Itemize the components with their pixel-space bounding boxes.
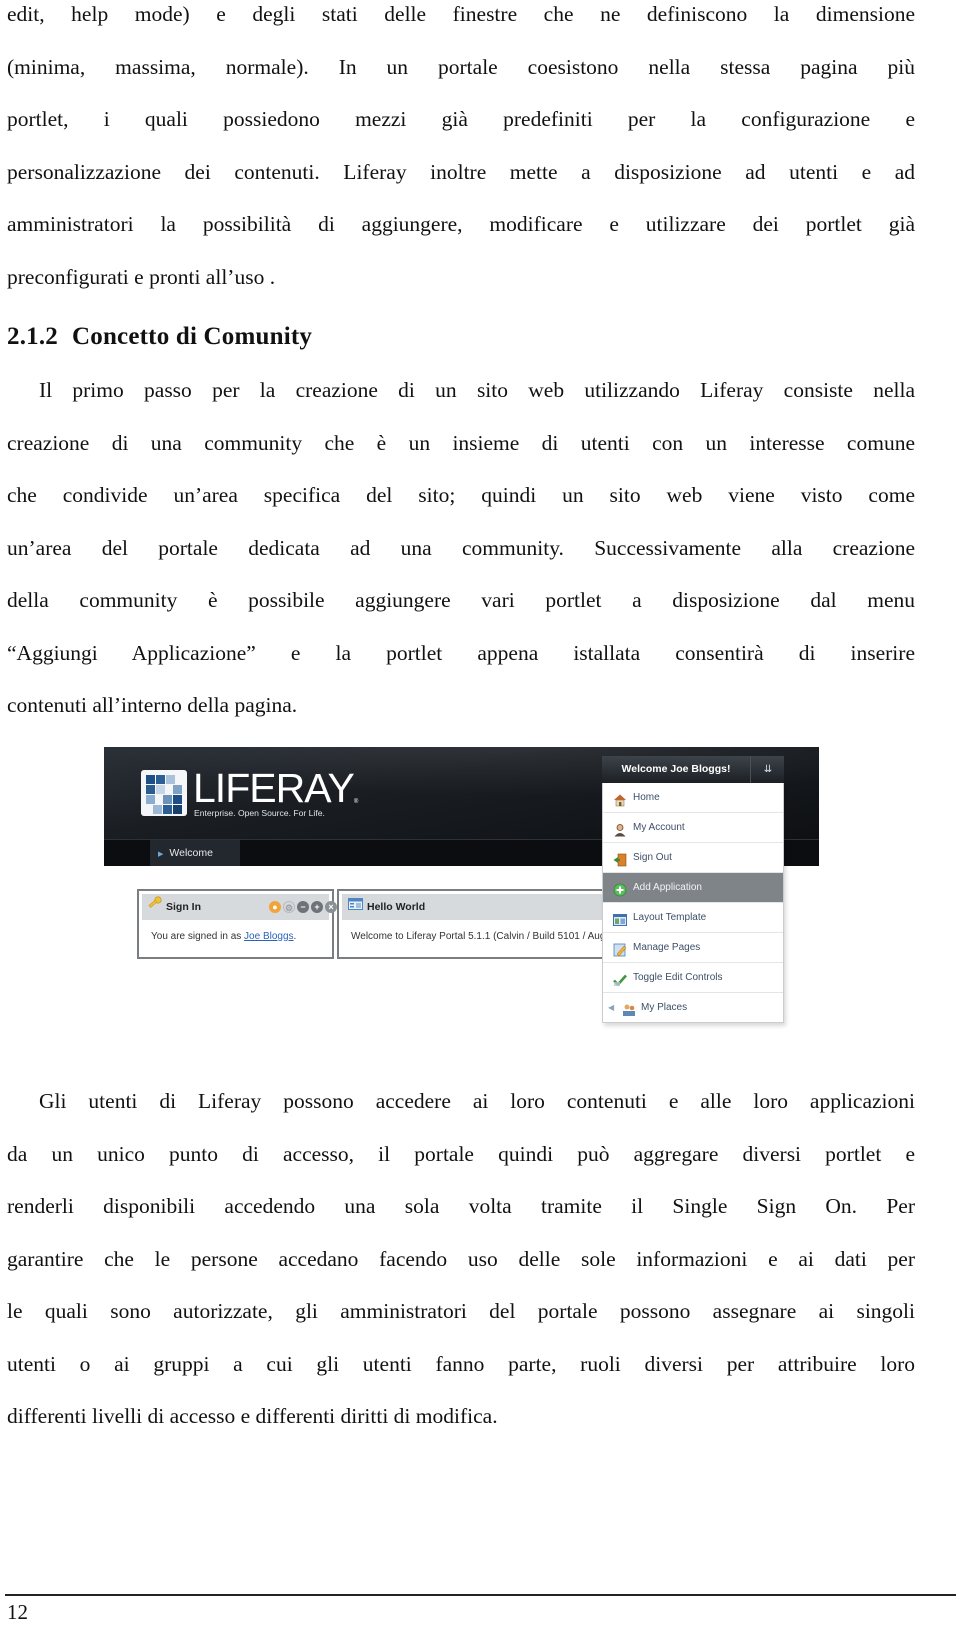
menu-item-my-places[interactable]: ◀ My Places: [603, 993, 783, 1022]
text-line: renderli disponibili accedendo una sola …: [7, 1194, 915, 1218]
text-line: che condivide un’area specifica del sito…: [7, 483, 915, 507]
menu-item-label: My Places: [641, 1002, 688, 1013]
minimize-icon[interactable]: −: [297, 901, 309, 913]
trademark-symbol: ®: [353, 799, 359, 805]
menu-item-add-application[interactable]: Add Application: [603, 873, 783, 903]
text-line: utenti o ai gruppi a cui gli utenti fann…: [7, 1351, 915, 1376]
menu-item-manage-pages[interactable]: Manage Pages: [603, 933, 783, 963]
menu-item-sign-out[interactable]: Sign Out: [603, 843, 783, 873]
pages-icon: [613, 940, 627, 957]
signed-in-text: You are signed in as: [151, 931, 245, 942]
portlet-window-icon: [348, 894, 363, 920]
text-line: Gli utenti di Liferay possono accedere a…: [39, 1089, 915, 1113]
portlet-title: Hello World: [367, 901, 426, 913]
menu-item-label: Layout Template: [633, 912, 707, 923]
wordmark-text: LIFERAY: [193, 765, 355, 811]
text-line: personalizzazione dei contenuti. Liferay…: [7, 159, 915, 184]
portlet-body: You are signed in as Joe Bloggs.: [151, 931, 296, 942]
portlet-title: Sign In: [166, 901, 201, 913]
menu-item-label: Toggle Edit Controls: [633, 972, 723, 983]
section-heading: 2.1.2 Concetto di Comunity: [7, 323, 312, 351]
logo-wordmark: LIFERAY®: [193, 765, 359, 812]
menu-item-label: Manage Pages: [633, 942, 701, 953]
sign-out-icon: [613, 850, 627, 867]
paragraph-2: Il primo passo per la creazione di un si…: [7, 364, 915, 732]
menu-item-label: My Account: [633, 822, 685, 833]
maximize-icon[interactable]: +: [311, 901, 323, 913]
text-line: portlet, i quali possiedono mezzi già pr…: [7, 107, 915, 131]
portlet-title-bar: Hello World: [342, 894, 624, 920]
logo-mark-icon: [141, 770, 187, 816]
text-line: “Aggiungi Applicazione” e la portlet app…: [7, 640, 915, 665]
triangle-right-icon: ▶: [158, 851, 164, 858]
logo-tagline: Enterprise. Open Source. For Life.: [194, 808, 325, 818]
double-chevron-down-icon[interactable]: ⇊: [750, 756, 785, 783]
portlet-hello-world: Hello World Welcome to Liferay Portal 5.…: [337, 889, 627, 959]
menu-item-layout-template[interactable]: Layout Template: [603, 903, 783, 933]
menu-item-toggle-edit-controls[interactable]: Toggle Edit Controls: [603, 963, 783, 993]
text-line: creazione di una community che è un insi…: [7, 430, 915, 455]
menu-item-label: Add Application: [633, 882, 702, 893]
text-line: della community è possibile aggiungere v…: [7, 588, 915, 612]
portlet-body: Welcome to Liferay Portal 5.1.1 (Calvin …: [351, 931, 606, 942]
paragraph-1: edit, help mode) e degli stati delle fin…: [7, 0, 915, 303]
layout-icon: [613, 910, 627, 926]
dock-title[interactable]: Welcome Joe Bloggs!: [602, 756, 750, 783]
text-line: garantire che le persone accedano facend…: [7, 1246, 915, 1271]
text-line: amministratori la possibilità di aggiung…: [7, 212, 915, 236]
text-line: un’area del portale dedicata ad una comm…: [7, 535, 915, 560]
menu-item-home[interactable]: Home: [603, 783, 783, 813]
liferay-screenshot-figure: LIFERAY® Enterprise. Open Source. For Li…: [104, 747, 819, 1032]
portlet-sign-in: Sign In ● ⚙ − + × You are signed in as J…: [137, 889, 337, 959]
places-icon: [622, 1000, 636, 1016]
look-and-feel-icon[interactable]: ●: [269, 901, 281, 913]
nav-item-welcome[interactable]: ▶ Welcome: [150, 840, 240, 866]
text-line: preconfigurati e pronti all’uso .: [7, 264, 276, 289]
user-icon: [613, 820, 627, 837]
section-number: 2.1.2: [7, 323, 58, 350]
checkmark-icon: [613, 970, 627, 987]
paragraph-3: Gli utenti di Liferay possono accedere a…: [7, 1075, 915, 1443]
text-line: differenti livelli di accesso e differen…: [7, 1404, 498, 1428]
home-icon: [613, 790, 627, 807]
menu-item-label: Home: [633, 792, 660, 803]
page-number: 12: [7, 1600, 28, 1624]
section-title: Concetto di Comunity: [72, 323, 313, 350]
menu-item-my-account[interactable]: My Account: [603, 813, 783, 843]
add-icon: [613, 880, 627, 897]
dock-menu: Home My Account Sign Out Add Application…: [602, 783, 784, 1023]
text-line: le quali sono autorizzate, gli amministr…: [7, 1299, 915, 1323]
menu-item-label: Sign Out: [633, 852, 672, 863]
footer-divider: [5, 1594, 956, 1596]
text-line: edit, help mode) e degli stati delle fin…: [7, 2, 915, 26]
user-dock[interactable]: Welcome Joe Bloggs! ⇊: [602, 756, 784, 783]
triangle-left-icon: ◀: [608, 1003, 615, 1012]
text-line: (minima, massima, normale). In un portal…: [7, 54, 915, 79]
nav-item-label: Welcome: [169, 847, 213, 859]
text-line: contenuti all’interno della pagina.: [7, 693, 298, 717]
user-profile-link[interactable]: Joe Bloggs: [244, 931, 293, 942]
period: .: [293, 931, 297, 942]
close-icon[interactable]: ×: [325, 901, 337, 913]
text-line: da un unico punto di accesso, il portale…: [7, 1141, 915, 1166]
configuration-icon[interactable]: ⚙: [283, 901, 295, 913]
key-icon: [148, 894, 162, 920]
portlet-title-bar: Sign In ● ⚙ − + ×: [142, 894, 337, 920]
text-line: Il primo passo per la creazione di un si…: [39, 378, 915, 402]
